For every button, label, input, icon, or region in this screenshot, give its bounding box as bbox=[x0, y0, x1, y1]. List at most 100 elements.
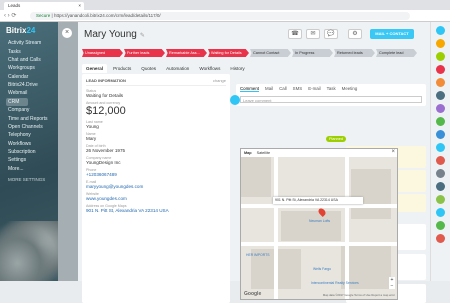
place-label: Intercontinental Realty Services bbox=[311, 281, 359, 285]
sidebar-item[interactable]: Settings bbox=[0, 156, 58, 164]
phone-button[interactable]: ☎ bbox=[288, 29, 302, 39]
contact-avatar[interactable] bbox=[436, 65, 445, 74]
sidebar-item[interactable]: Chat and Calls bbox=[0, 56, 58, 64]
field-value[interactable]: 901 N. Pitt St, Alexandria VA 22314 USA bbox=[86, 208, 226, 213]
sidebar-item[interactable]: Open Channels bbox=[0, 123, 58, 131]
edit-pencil-icon[interactable]: ✎ bbox=[140, 33, 145, 39]
lead-title: Mary Young ✎ bbox=[84, 29, 145, 40]
contact-avatar[interactable] bbox=[436, 52, 445, 61]
contact-avatar[interactable] bbox=[436, 104, 445, 113]
google-map-popup[interactable]: Map Satellite × 901 N. Pitt St, Alexandri… bbox=[240, 148, 398, 300]
field-value: 26 November 1975 bbox=[86, 148, 126, 153]
browser-tab-bar: Leads × bbox=[0, 0, 450, 10]
contact-avatar[interactable] bbox=[436, 208, 445, 217]
stage-item[interactable]: Returned leads bbox=[334, 49, 375, 57]
contact-avatar[interactable] bbox=[436, 143, 445, 152]
email-button[interactable]: ✉ bbox=[306, 29, 320, 39]
place-label: Neuman Lofts bbox=[309, 219, 331, 223]
info-field: Phone +12036067489 bbox=[86, 168, 226, 177]
info-field: Company name YoungDesign Inc bbox=[86, 156, 226, 165]
contact-avatar[interactable] bbox=[436, 182, 445, 191]
info-field: Last name Young bbox=[86, 120, 226, 129]
change-link[interactable]: change bbox=[213, 78, 226, 83]
info-field: Amount and currency $12,000 bbox=[86, 101, 226, 117]
contact-avatar[interactable] bbox=[436, 195, 445, 204]
settings-gear-icon[interactable]: ⚙ bbox=[348, 29, 362, 39]
browser-tab[interactable]: Leads × bbox=[4, 2, 84, 10]
map-tab[interactable]: Map bbox=[244, 151, 252, 155]
detail-tab[interactable]: Quotes bbox=[137, 64, 160, 73]
detail-tab[interactable]: History bbox=[226, 64, 248, 73]
left-sidebar: Bitrix24 Activity Stream Tasks Chat and Ca… bbox=[0, 22, 58, 281]
sidebar-item[interactable]: Workflows bbox=[0, 140, 58, 148]
sidebar-item[interactable]: More... bbox=[0, 165, 58, 173]
contact-avatar[interactable] bbox=[436, 39, 445, 48]
info-field: Date of birth 26 November 1975 bbox=[86, 144, 226, 153]
detail-tab[interactable]: General bbox=[82, 64, 108, 73]
url-field[interactable]: Secure | https://yanandcoli.bitrix24.com… bbox=[30, 12, 410, 20]
nav-arrows-icon[interactable]: ‹ › ⟳ bbox=[4, 12, 16, 19]
contact-avatar[interactable] bbox=[436, 169, 445, 178]
stage-item[interactable]: Cannot Contact bbox=[250, 49, 291, 57]
sidebar-item[interactable]: Webmail bbox=[0, 89, 58, 97]
detail-tab[interactable]: Products bbox=[109, 64, 135, 73]
contact-avatar[interactable] bbox=[436, 234, 445, 243]
close-tab-icon[interactable]: × bbox=[78, 3, 81, 8]
timeline-icon bbox=[230, 95, 240, 105]
stage-item[interactable]: Remarkable Ass... bbox=[166, 49, 207, 57]
info-field: E-mail maryyoung@youngdes.com bbox=[86, 180, 226, 189]
comment-input[interactable]: Leave comment bbox=[240, 96, 422, 103]
contact-avatar[interactable] bbox=[436, 156, 445, 165]
contact-avatar[interactable] bbox=[436, 91, 445, 100]
map-close-icon[interactable]: × bbox=[391, 149, 395, 155]
activity-tab[interactable]: Comment bbox=[240, 86, 260, 92]
contact-avatar[interactable] bbox=[436, 221, 445, 230]
mail-contact-button[interactable]: MAIL + CONTACT bbox=[370, 29, 414, 39]
activity-tab[interactable]: E-mail bbox=[308, 86, 320, 92]
activity-tab[interactable]: Call bbox=[279, 86, 287, 92]
field-value[interactable]: maryyoung@youngdes.com bbox=[86, 184, 226, 189]
sidebar-item[interactable]: Calendar bbox=[0, 73, 58, 81]
contact-avatar[interactable] bbox=[436, 26, 445, 35]
sidebar-item[interactable]: Tasks bbox=[0, 47, 58, 55]
activity-tab[interactable]: SMS bbox=[293, 86, 303, 92]
stage-item[interactable]: In Progress bbox=[292, 49, 333, 57]
satellite-tab[interactable]: Satellite bbox=[257, 151, 271, 155]
detail-tab[interactable]: Automation bbox=[162, 64, 193, 73]
place-label: HER IMPORTS bbox=[246, 253, 270, 257]
close-slider-icon[interactable]: × bbox=[62, 28, 72, 38]
stage-item[interactable]: Unassigned bbox=[82, 49, 123, 57]
address-bar: ‹ › ⟳ Secure | https://yanandcoli.bitrix… bbox=[0, 10, 450, 22]
sidebar-item[interactable]: Telephony bbox=[0, 131, 58, 139]
stage-item[interactable]: Complete lead bbox=[376, 49, 417, 57]
detail-tab[interactable]: Workflows bbox=[195, 64, 224, 73]
contact-avatar[interactable] bbox=[436, 78, 445, 87]
zoom-control[interactable]: + − bbox=[389, 277, 395, 289]
sidebar-item[interactable]: Subscription bbox=[0, 148, 58, 156]
field-value[interactable]: +12036067489 bbox=[86, 172, 226, 177]
sidebar-item[interactable]: Time and Reports bbox=[0, 114, 58, 122]
secure-label: Secure bbox=[36, 13, 51, 18]
sidebar-item[interactable]: Workgroups bbox=[0, 64, 58, 72]
lead-name: Mary Young bbox=[84, 29, 137, 40]
logo-number: 24 bbox=[26, 26, 36, 35]
more-settings[interactable]: MORE SETTINGS bbox=[0, 177, 58, 182]
lead-detail-panel: Mary Young ✎ ☎ ✉ 💬 ⚙ MAIL + CONTACT Unass… bbox=[78, 22, 430, 303]
sidebar-item[interactable]: CRM bbox=[6, 97, 28, 106]
right-rail bbox=[430, 22, 450, 281]
activity-tab[interactable]: Task bbox=[327, 86, 336, 92]
chat-button[interactable]: 💬 bbox=[324, 29, 338, 39]
stage-item[interactable]: Waiting for Details bbox=[208, 49, 249, 57]
activity-tab[interactable]: Mail bbox=[265, 86, 273, 92]
contact-avatar[interactable] bbox=[436, 130, 445, 139]
sidebar-item[interactable]: Bitrix24.Drive bbox=[0, 81, 58, 89]
activity-tab[interactable]: Meeting bbox=[342, 86, 358, 92]
info-field: Name Mary bbox=[86, 132, 226, 141]
contact-avatar[interactable] bbox=[436, 117, 445, 126]
sidebar-item[interactable]: Company bbox=[0, 106, 58, 114]
map-type-bar: Map Satellite bbox=[241, 149, 397, 157]
stage-item[interactable]: Further leads bbox=[124, 49, 165, 57]
field-value[interactable]: www.youngdes.com bbox=[86, 196, 226, 201]
sidebar-item[interactable]: Activity Stream bbox=[0, 39, 58, 47]
info-field: Status Waiting for Details bbox=[86, 89, 226, 98]
